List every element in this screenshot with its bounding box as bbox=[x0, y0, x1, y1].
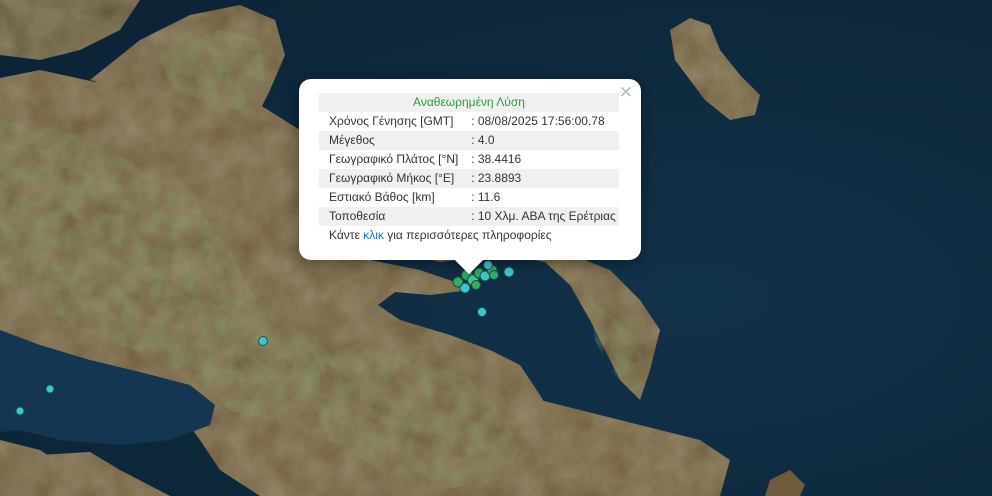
info-label: Γεωγραφικό Πλάτος [°N] bbox=[329, 152, 459, 166]
earthquake-marker[interactable] bbox=[477, 307, 487, 317]
earthquake-info-table: Αναθεωρημένη Λύση Χρόνος Γένησης [GMT] :… bbox=[319, 93, 619, 226]
earthquake-marker[interactable] bbox=[258, 336, 268, 346]
popup-title-row: Αναθεωρημένη Λύση bbox=[319, 93, 619, 112]
more-info-prefix: Κάντε bbox=[329, 228, 364, 242]
earthquake-info-popup: × Αναθεωρημένη Λύση Χρόνος Γένησης [GMT]… bbox=[299, 79, 641, 275]
earthquake-marker[interactable] bbox=[45, 384, 55, 394]
info-row-origin-time: Χρόνος Γένησης [GMT] : 08/08/2025 17:56:… bbox=[319, 112, 619, 131]
earthquake-marker[interactable] bbox=[15, 406, 25, 416]
info-label: Χρόνος Γένησης [GMT] bbox=[329, 114, 454, 128]
info-label: Γεωγραφικό Μήκος [°E] bbox=[319, 169, 462, 188]
info-row-magnitude: Μέγεθος : 4.0 bbox=[319, 131, 619, 150]
earthquake-marker[interactable] bbox=[483, 260, 493, 270]
info-row-longitude: Γεωγραφικό Μήκος [°E] : 23.8893 bbox=[319, 169, 619, 188]
earthquake-marker[interactable] bbox=[452, 276, 464, 288]
more-info-link[interactable]: κλικ bbox=[363, 228, 384, 242]
info-label: Μέγεθος bbox=[319, 131, 462, 150]
earthquake-marker[interactable] bbox=[471, 280, 481, 290]
info-value: : 23.8893 bbox=[461, 169, 619, 188]
info-value: : 11.6 bbox=[471, 190, 501, 204]
info-row-location: Τοποθεσία : 10 Χλμ. ΑΒΑ της Ερέτριας bbox=[319, 207, 619, 226]
info-value: : 10 Χλμ. ΑΒΑ της Ερέτριας bbox=[461, 207, 619, 226]
info-row-depth: Εστιακό Βάθος [km] : 11.6 bbox=[319, 188, 619, 207]
info-label: Τοποθεσία bbox=[319, 207, 462, 226]
info-value: : 38.4416 bbox=[471, 152, 522, 166]
info-label: Εστιακό Βάθος [km] bbox=[329, 190, 435, 204]
earthquake-marker[interactable] bbox=[489, 270, 499, 280]
popup-title: Αναθεωρημένη Λύση bbox=[319, 93, 619, 112]
info-value: : 08/08/2025 17:56:00.78 bbox=[471, 114, 605, 128]
info-row-latitude: Γεωγραφικό Πλάτος [°N] : 38.4416 bbox=[319, 150, 619, 169]
more-info-text: Κάντε κλικ για περισσότερες πληροφορίες bbox=[319, 226, 621, 245]
more-info-suffix: για περισσότερες πληροφορίες bbox=[383, 228, 552, 242]
close-icon[interactable]: × bbox=[619, 82, 633, 102]
earthquake-marker[interactable] bbox=[503, 266, 515, 278]
info-value: : 4.0 bbox=[461, 131, 619, 150]
